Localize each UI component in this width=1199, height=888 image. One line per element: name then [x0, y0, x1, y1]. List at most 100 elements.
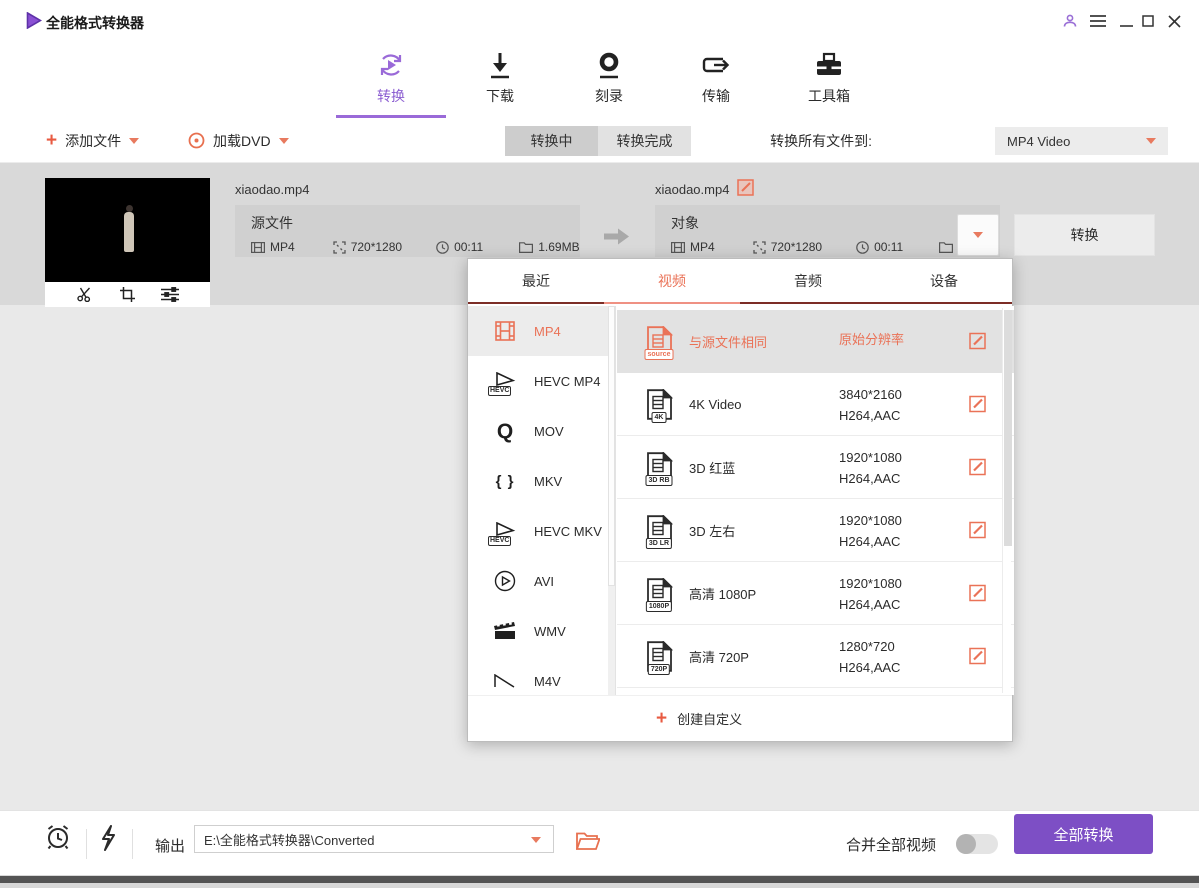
format-item-avi[interactable]: AVI	[468, 556, 615, 606]
3d-lr-preset-icon: 3D LR	[643, 515, 675, 546]
rename-edit-icon[interactable]	[737, 179, 754, 196]
caret-down-icon	[1146, 138, 1156, 144]
popup-tab-audio[interactable]: 音频	[740, 259, 876, 302]
popup-tab-video[interactable]: 视频	[604, 259, 740, 302]
source-label: 源文件	[251, 213, 580, 233]
format-item-mov[interactable]: Q MOV	[468, 406, 615, 456]
dvd-icon	[188, 132, 205, 149]
minimize-icon[interactable]	[1115, 10, 1137, 32]
output-path-value: E:\全能格式转换器\Converted	[204, 830, 375, 849]
preset-edit-icon[interactable]	[969, 522, 986, 539]
plus-icon: +	[46, 131, 57, 150]
hevc-mkv-icon: HEVC	[492, 522, 518, 540]
tab-toolbox-label: 工具箱	[808, 86, 850, 106]
preset-edit-icon[interactable]	[969, 396, 986, 413]
tab-download[interactable]: 下载	[440, 46, 560, 112]
film-icon	[251, 242, 265, 253]
preset-edit-icon[interactable]	[969, 585, 986, 602]
target-file-name: xiaodao.mp4	[655, 182, 729, 197]
popup-footer: + 创建自定义	[468, 695, 1012, 741]
main-nav: 转换 下载 刻录 传输 工	[0, 40, 1199, 118]
trim-scissors-icon[interactable]	[77, 287, 94, 302]
load-dvd-button[interactable]: 加载DVD	[188, 118, 289, 163]
close-icon[interactable]	[1163, 10, 1185, 32]
create-custom-button[interactable]: + 创建自定义	[656, 709, 742, 728]
wmv-icon	[492, 621, 518, 641]
source-info-box: 源文件 MP4 720*1280 00:11 1.69MB	[235, 205, 580, 257]
avi-icon	[492, 570, 518, 592]
app-title: 全能格式转换器	[46, 13, 144, 33]
merge-all-label: 合并全部视频	[846, 834, 936, 855]
popup-tab-recent[interactable]: 最近	[468, 259, 604, 302]
target-format: MP4	[671, 240, 715, 254]
tab-convert[interactable]: 转换	[331, 46, 451, 112]
tab-converted[interactable]: 转换完成	[598, 126, 691, 156]
caret-down-icon[interactable]	[129, 138, 139, 144]
format-item-mp4[interactable]: MP4	[468, 306, 615, 356]
menu-icon[interactable]	[1087, 10, 1109, 32]
preset-row-4k[interactable]: 4K 4K Video 3840*2160 H264,AAC	[617, 373, 1014, 436]
convert-row-button[interactable]: 转换	[1014, 214, 1155, 256]
format-list-scrollbar[interactable]	[608, 306, 615, 695]
preset-edit-icon[interactable]	[969, 333, 986, 350]
thumbnail-image	[100, 178, 156, 282]
preset-edit-icon[interactable]	[969, 459, 986, 476]
effects-sliders-icon[interactable]	[161, 287, 179, 302]
high-speed-icon[interactable]	[99, 825, 117, 851]
account-icon[interactable]	[1059, 10, 1081, 32]
resize-icon	[333, 241, 346, 254]
clock-icon	[856, 241, 869, 254]
video-thumbnail[interactable]	[45, 178, 210, 282]
format-item-wmv[interactable]: WMV	[468, 606, 615, 656]
crop-icon[interactable]	[120, 287, 135, 302]
preset-row-720p[interactable]: 720P 高清 720P 1280*720 H264,AAC	[617, 625, 1014, 688]
target-duration: 00:11	[856, 240, 903, 254]
caret-down-icon	[973, 232, 983, 238]
caret-down-icon[interactable]	[279, 138, 289, 144]
preset-edit-icon[interactable]	[969, 648, 986, 665]
preset-list-scrollbar[interactable]	[1002, 308, 1011, 693]
source-file-name: xiaodao.mp4	[235, 182, 309, 197]
output-format-select[interactable]: MP4 Video	[995, 127, 1168, 155]
titlebar: 全能格式转换器	[0, 0, 1199, 40]
mkv-icon: { }	[492, 473, 518, 490]
convert-all-button[interactable]: 全部转换	[1014, 814, 1153, 854]
window-bottom-edge	[0, 875, 1199, 888]
thumbnail-toolbar	[45, 282, 210, 307]
format-item-hevc-mp4[interactable]: HEVC HEVC MP4	[468, 356, 615, 406]
preset-row-1080p[interactable]: 1080P 高清 1080P 1920*1080 H264,AAC	[617, 562, 1014, 625]
app-window: 全能格式转换器 转换	[0, 0, 1199, 888]
mp4-icon	[492, 321, 518, 341]
m4v-icon	[492, 674, 518, 688]
format-item-hevc-mkv[interactable]: HEVC HEVC MKV	[468, 506, 615, 556]
target-info-box: 对象 MP4 720*1280 00:11 3.52MB	[655, 205, 1000, 257]
schedule-alarm-icon[interactable]	[44, 823, 72, 851]
convert-status-tabs: 转换中 转换完成	[505, 126, 691, 156]
toolbox-icon	[814, 46, 844, 80]
popup-tab-device[interactable]: 设备	[876, 259, 1012, 302]
tab-toolbox[interactable]: 工具箱	[769, 46, 889, 112]
merge-all-toggle[interactable]	[956, 834, 998, 854]
maximize-icon[interactable]	[1137, 10, 1159, 32]
tab-converting[interactable]: 转换中	[505, 126, 598, 156]
format-item-m4v[interactable]: M4V	[468, 656, 615, 695]
open-folder-icon[interactable]	[576, 832, 600, 850]
toolbar: + 添加文件 加载DVD 转换中 转换完成 转换所有文件到: MP4 Video	[0, 118, 1199, 163]
toggle-knob	[956, 834, 976, 854]
tab-download-label: 下载	[486, 86, 514, 106]
add-file-button[interactable]: + 添加文件	[46, 118, 139, 163]
format-picker-popup: 最近 视频 音频 设备 MP4 HEVC HEVC MP4 Q MOV	[467, 258, 1013, 742]
preset-row-3d-rb[interactable]: 3D RB 3D 红蓝 1920*1080 H264,AAC	[617, 436, 1014, 499]
tab-transfer[interactable]: 传输	[656, 46, 776, 112]
clock-icon	[436, 241, 449, 254]
tab-burn[interactable]: 刻录	[549, 46, 669, 112]
format-item-mkv[interactable]: { } MKV	[468, 456, 615, 506]
target-format-dropdown-button[interactable]	[957, 214, 999, 256]
720p-preset-icon: 720P	[643, 641, 675, 672]
preset-row-3d-lr[interactable]: 3D LR 3D 左右 1920*1080 H264,AAC	[617, 499, 1014, 562]
source-size: 1.69MB	[519, 240, 579, 254]
output-path-select[interactable]: E:\全能格式转换器\Converted	[194, 825, 554, 853]
resize-icon	[753, 241, 766, 254]
preset-row-same-as-source[interactable]: source 与源文件相同 原始分辨率	[617, 310, 1014, 373]
source-duration: 00:11	[436, 240, 483, 254]
